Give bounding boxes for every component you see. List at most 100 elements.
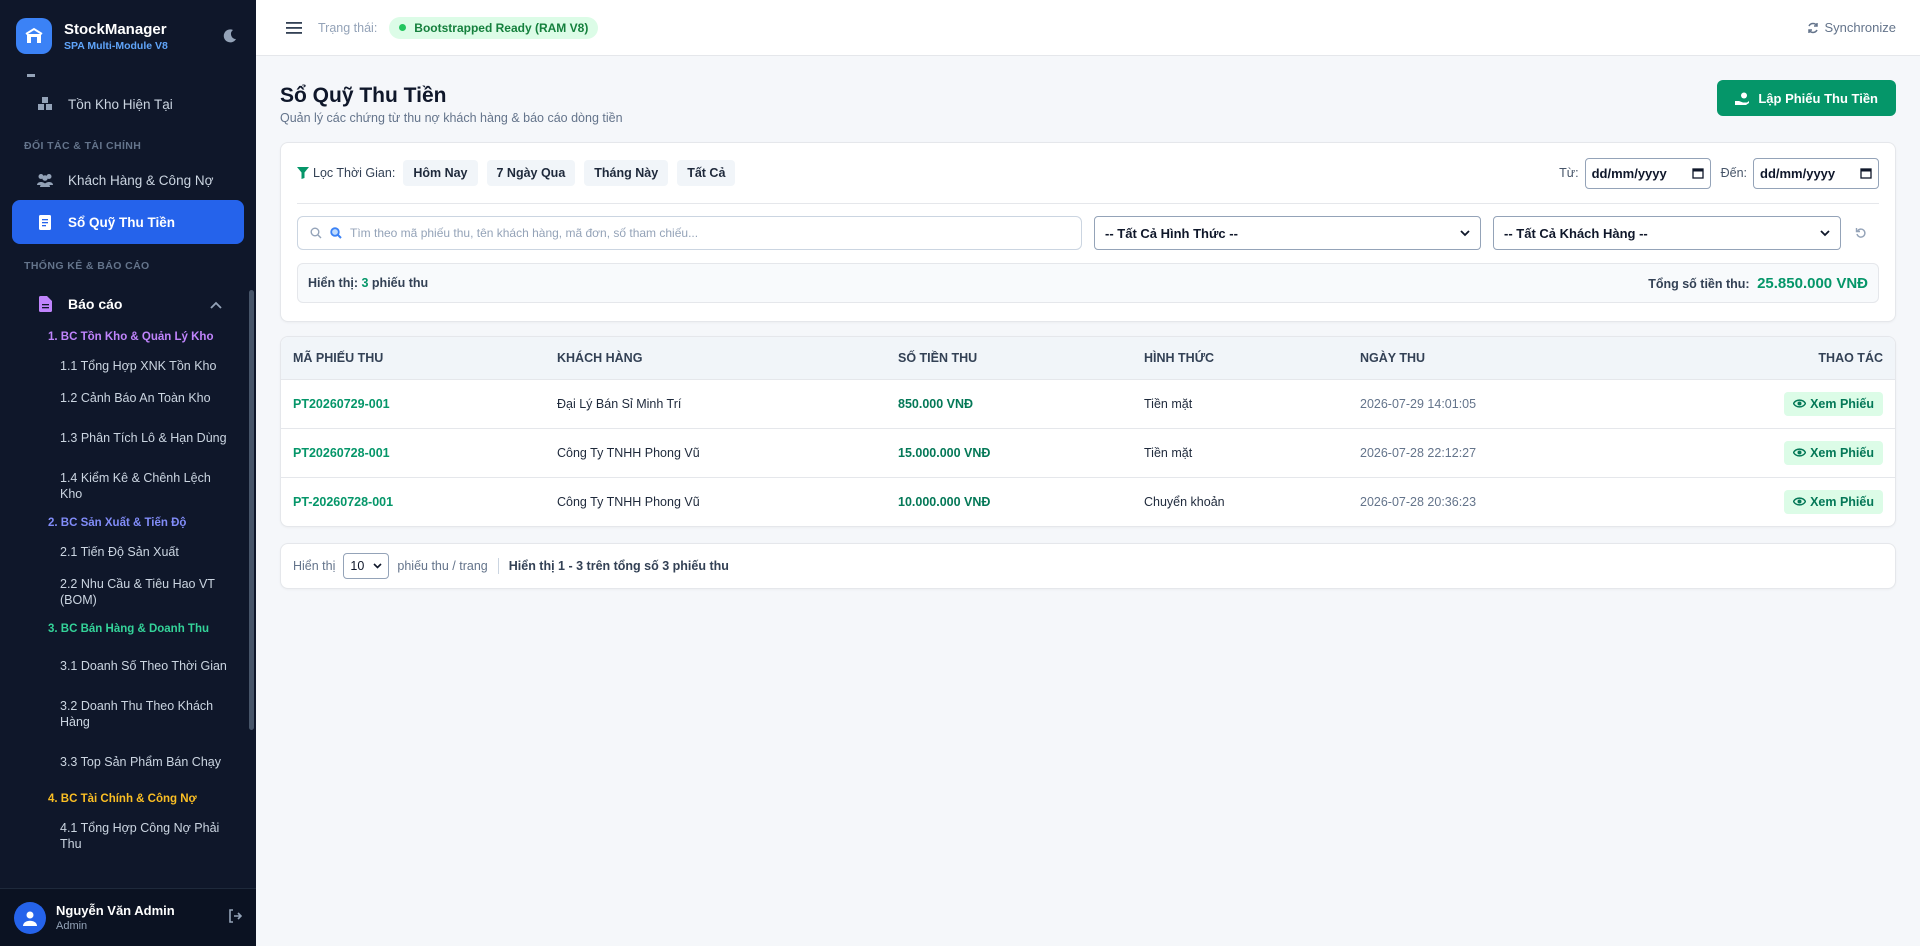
view-receipt-label: Xem Phiếu (1810, 445, 1874, 460)
report-link[interactable]: 3.1 Doanh Số Theo Thời Gian (0, 642, 256, 690)
payment-method: Tiền mặt (1132, 427, 1348, 477)
from-date-value: dd/mm/yyyy (1591, 165, 1667, 181)
subgroup-title: 4. BC Tài Chính & Công Nợ (48, 793, 197, 805)
status-label: Trạng thái: (318, 20, 378, 35)
report-link[interactable]: 3.2 Doanh Thu Theo Khách Hàng (0, 690, 256, 738)
nav-item-clipped (24, 72, 232, 84)
receipt-code[interactable]: PT20260728-001 (281, 427, 545, 477)
customer-select[interactable]: -- Tất Cả Khách Hàng -- (1493, 216, 1841, 250)
col-amount[interactable]: SỐ TIỀN THU (886, 337, 1132, 379)
brand: StockManager SPA Multi-Module V8 (0, 0, 256, 72)
sidebar-group-reports[interactable]: Báo cáo (12, 284, 244, 324)
sidebar-item-customers-debt[interactable]: Khách Hàng & Công Nợ (12, 160, 244, 200)
table-row: PT20260728-001 Công Ty TNHH Phong Vũ 15.… (281, 427, 1895, 477)
filter-funnel-icon (297, 167, 309, 179)
sidebar-item-label: Khách Hàng & Công Nợ (68, 172, 214, 188)
report-link[interactable]: 1.2 Cảnh Báo An Toàn Kho (0, 382, 256, 414)
col-customer[interactable]: KHÁCH HÀNG (545, 337, 886, 379)
summary-bar: Hiển thị: 3 phiếu thu Tổng số tiền thu: … (297, 263, 1879, 303)
payment-method-value: -- Tất Cả Hình Thức -- (1105, 225, 1238, 241)
col-actions: THAO TÁC (1608, 337, 1895, 379)
row-actions: Xem Phiếu (1608, 427, 1895, 477)
count-prefix: Hiển thị: (308, 276, 358, 290)
eye-icon (1793, 399, 1807, 408)
table-row: PT20260729-001 Đại Lý Bán Sỉ Minh Trí 85… (281, 378, 1895, 428)
chip-this-month[interactable]: Tháng Này (584, 160, 669, 186)
theme-toggle-moon-icon[interactable] (220, 26, 240, 46)
to-label: Đến: (1720, 166, 1747, 180)
report-subgroup-3: 3. BC Bán Hàng & Doanh Thu 3.1 Doanh Số … (0, 616, 256, 786)
sidebar-item-current-stock[interactable]: Tồn Kho Hiện Tại (12, 84, 244, 124)
payment-method: Chuyển khoản (1132, 476, 1348, 526)
menu-toggle-icon[interactable] (286, 21, 302, 35)
col-date[interactable]: NGÀY THU (1348, 337, 1608, 379)
report-link[interactable]: 1.4 Kiểm Kê & Chênh Lệch Kho (0, 462, 256, 510)
to-date-input[interactable]: dd/mm/yyyy (1753, 157, 1879, 189)
report-link[interactable]: 3.3 Top Sản Phẩm Bán Chạy (0, 738, 256, 786)
total-label: Tổng số tiền thu: (1648, 276, 1750, 291)
receipts-table-card: MÃ PHIẾU THU KHÁCH HÀNG SỐ TIỀN THU HÌNH… (280, 336, 1896, 527)
customer-name: Đại Lý Bán Sỉ Minh Trí (545, 378, 886, 428)
section-reports: THỐNG KÊ & BÁO CÁO (24, 260, 150, 272)
chevron-down-icon (373, 563, 382, 569)
receipt-code[interactable]: PT-20260728-001 (281, 476, 545, 526)
view-receipt-button[interactable]: Xem Phiếu (1784, 391, 1883, 416)
reset-filter-icon[interactable] (1855, 227, 1867, 239)
result-count: Hiển thị: 3 phiếu thu (308, 276, 428, 290)
logout-icon[interactable] (228, 909, 243, 926)
user-name: Nguyễn Văn Admin (56, 903, 175, 918)
chip-today[interactable]: Hôm Nay (403, 160, 478, 186)
user-panel: Nguyễn Văn Admin Admin (0, 888, 256, 946)
view-receipt-button[interactable]: Xem Phiếu (1784, 489, 1883, 514)
create-receipt-button[interactable]: Lập Phiếu Thu Tiền (1717, 80, 1896, 116)
sidebar-scrollbar[interactable] (249, 290, 254, 730)
report-link[interactable]: 4.1 Tổng Hợp Công Nợ Phải Thu (0, 812, 256, 860)
synchronize-button[interactable]: Synchronize (1807, 20, 1896, 35)
col-method[interactable]: HÌNH THỨC (1132, 337, 1348, 379)
report-link[interactable]: 2.2 Nhu Cầu & Tiêu Hao VT (BOM) (0, 568, 256, 616)
subgroup-title: 2. BC Sản Xuất & Tiến Độ (48, 517, 187, 529)
report-link[interactable]: 1.1 Tổng Hợp XNK Tồn Kho (0, 350, 256, 382)
receipt-code[interactable]: PT20260729-001 (281, 378, 545, 428)
payment-method-select[interactable]: -- Tất Cả Hình Thức -- (1094, 216, 1481, 250)
warehouse-logo-icon (16, 18, 52, 54)
view-receipt-label: Xem Phiếu (1810, 494, 1874, 509)
create-receipt-label: Lập Phiếu Thu Tiền (1758, 90, 1878, 106)
page-header: Sổ Quỹ Thu Tiền Quản lý các chứng từ thu… (280, 80, 1896, 142)
total-amount: Tổng số tiền thu: 25.850.000 VNĐ (1648, 275, 1868, 292)
report-link[interactable]: 1.3 Phân Tích Lô & Hạn Dùng (0, 414, 256, 462)
page-size-label: Hiển thị (293, 559, 336, 573)
per-page-label: phiếu thu / trang (397, 559, 488, 573)
receipt-date: 2026-07-28 20:36:23 (1348, 476, 1608, 526)
page-size-select[interactable]: 10 (343, 553, 390, 579)
search-icon (310, 227, 322, 239)
view-receipt-label: Xem Phiếu (1810, 396, 1874, 411)
receipt-icon (34, 214, 56, 230)
count-value: 3 (361, 276, 369, 290)
subgroup-title: 1. BC Tồn Kho & Quản Lý Kho (48, 331, 214, 343)
user-role: Admin (56, 920, 88, 932)
chip-all[interactable]: Tất Cả (677, 160, 736, 186)
brand-subtitle: SPA Multi-Module V8 (64, 39, 168, 52)
avatar[interactable] (14, 901, 46, 934)
receipt-amount: 15.000.000 VNĐ (886, 427, 1132, 477)
view-receipt-button[interactable]: Xem Phiếu (1784, 440, 1883, 465)
col-receipt-code[interactable]: MÃ PHIẾU THU (281, 337, 545, 379)
status-value: Bootstrapped Ready (RAM V8) (414, 20, 589, 35)
sidebar-item-label: Sổ Quỹ Thu Tiền (68, 214, 176, 230)
users-icon (34, 173, 56, 187)
count-suffix: phiếu thu (371, 276, 429, 290)
hand-holding-dollar-icon (1735, 92, 1750, 105)
search-box (297, 216, 1082, 250)
report-link[interactable]: 2.1 Tiến Độ Sản Xuất (0, 536, 256, 568)
chevron-down-icon (1820, 229, 1830, 237)
from-date-input[interactable]: dd/mm/yyyy (1584, 157, 1711, 189)
chip-last-7-days[interactable]: 7 Ngày Qua (486, 160, 576, 186)
pager-divider (497, 558, 499, 574)
sidebar-item-cash-receipts[interactable]: Sổ Quỹ Thu Tiền (12, 200, 244, 244)
chevron-up-icon (210, 296, 222, 312)
brand-name: StockManager (64, 20, 167, 38)
search-input[interactable] (350, 226, 1069, 240)
report-subgroup-2: 2. BC Sản Xuất & Tiến Độ 2.1 Tiến Độ Sản… (0, 510, 256, 616)
eye-icon (1793, 497, 1807, 506)
